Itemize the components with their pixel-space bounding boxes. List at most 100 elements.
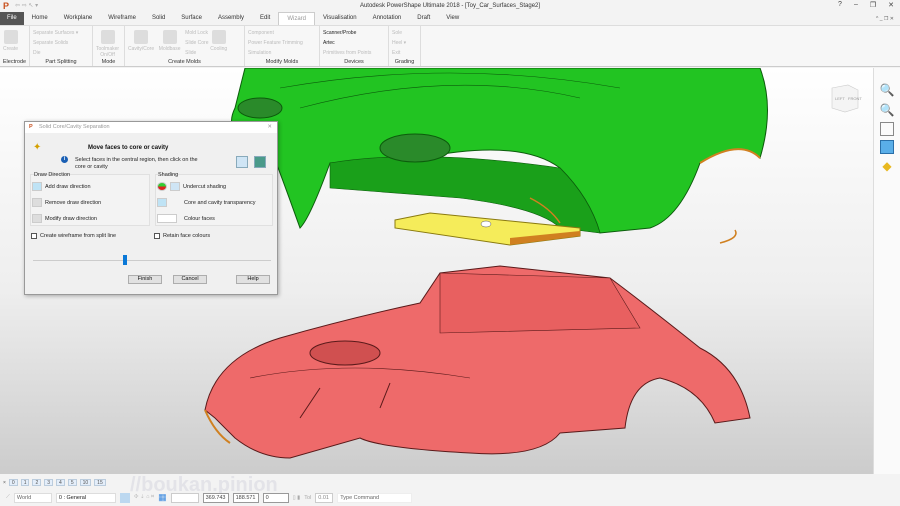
slide-button[interactable]: Slide	[185, 48, 208, 58]
create-wireframe-checkbox[interactable]: Create wireframe from split line	[31, 233, 116, 239]
shaded-view-icon[interactable]	[880, 140, 894, 154]
tab-annotation[interactable]: Annotation	[365, 12, 410, 25]
primitives-from-points-button[interactable]: Primitives from Points	[323, 48, 385, 58]
dialog-close-button[interactable]: ✕	[267, 122, 272, 133]
calculator-icon[interactable]: ▯ ▮	[293, 495, 301, 501]
view-cube-left: LEFT	[835, 96, 845, 101]
grid-icon[interactable]: ▦	[158, 492, 167, 503]
slider-thumb[interactable]	[123, 255, 127, 265]
wireframe-view-icon[interactable]	[880, 122, 894, 136]
mold-lock-button[interactable]: Mold Lock	[185, 28, 208, 38]
artec-button[interactable]: Artec	[323, 38, 385, 48]
cancel-button[interactable]: Cancel	[173, 275, 207, 284]
restore-button[interactable]: ❐	[870, 1, 876, 9]
separate-solids-button[interactable]: Separate Solids	[33, 38, 89, 48]
remove-draw-direction-button[interactable]: Remove draw direction	[32, 198, 101, 207]
exit-button[interactable]: Exit	[392, 48, 417, 58]
retain-face-colours-checkbox[interactable]: Retain face colours	[154, 233, 210, 239]
ribbon: Create Electrode Separate Surfaces ▾ Sep…	[0, 25, 900, 67]
colour-faces-dropdown[interactable]: Colour faces	[157, 214, 215, 223]
page-1[interactable]: 1	[20, 479, 30, 486]
zoom-window-icon[interactable]: 🔍	[878, 102, 896, 118]
tab-assembly[interactable]: Assembly	[210, 12, 252, 25]
tolerance-field[interactable]: 0.01	[315, 492, 334, 503]
component-button[interactable]: Component	[248, 28, 316, 38]
cooling-button[interactable]: Cooling	[210, 28, 227, 52]
view-cube[interactable]: LEFT FRONT	[831, 84, 862, 113]
page-5[interactable]: 5	[67, 479, 77, 486]
die-button[interactable]: Die	[33, 48, 89, 58]
create-electrode-button[interactable]: Create	[3, 28, 18, 52]
zoom-fit-icon[interactable]: 🔍	[878, 82, 896, 98]
page-0[interactable]: 0	[8, 479, 18, 486]
minimize-button[interactable]: –	[854, 1, 858, 9]
level-select[interactable]: 0 : General	[55, 492, 116, 503]
power-feature-trimming-button[interactable]: Power Feature Trimming	[248, 38, 316, 48]
y-coordinate[interactable]: 188.571	[232, 492, 259, 503]
transparency-button[interactable]: Core and cavity transparency	[157, 198, 256, 207]
snap-icon[interactable]: ✣ ⇣ ⌂ ⌗	[134, 494, 154, 501]
tab-home[interactable]: Home	[24, 12, 56, 25]
add-draw-direction-button[interactable]: Add draw direction	[32, 182, 91, 191]
workplane-select[interactable]: World	[13, 492, 52, 503]
tab-wireframe[interactable]: Wireframe	[100, 12, 144, 25]
simulation-button[interactable]: Simulation	[248, 48, 316, 58]
page-4[interactable]: 4	[56, 479, 65, 486]
selection-filter-icon[interactable]	[119, 492, 130, 503]
heel-button[interactable]: Heel ▾	[392, 38, 417, 48]
modify-draw-direction-button[interactable]: Modify draw direction	[32, 214, 97, 223]
tab-solid[interactable]: Solid	[144, 12, 173, 25]
page-3[interactable]: 3	[44, 479, 54, 486]
finish-button[interactable]: Finish	[128, 275, 162, 284]
label: Remove draw direction	[45, 199, 102, 206]
moldbase-button[interactable]: Moldbase	[158, 28, 181, 52]
label: Toolmaker On/Off	[96, 46, 120, 58]
group-label: Devices	[344, 59, 364, 65]
x-coordinate[interactable]: 369.743	[202, 492, 229, 503]
wand-icon: ✦	[33, 142, 42, 153]
page-2[interactable]: 2	[32, 479, 42, 486]
separate-surfaces-button[interactable]: Separate Surfaces ▾	[33, 28, 89, 38]
page-15[interactable]: 15	[94, 479, 106, 486]
info-icon: i	[61, 156, 68, 163]
scanner-probe-button[interactable]: Scanner/Probe	[323, 28, 385, 38]
label: Create	[3, 46, 19, 52]
slider-track[interactable]	[33, 260, 271, 261]
tab-workplane[interactable]: Workplane	[56, 12, 101, 25]
help-button[interactable]: ?	[838, 1, 842, 9]
tab-edit[interactable]: Edit	[252, 12, 278, 25]
tab-surface[interactable]: Surface	[173, 12, 210, 25]
page-10[interactable]: 10	[79, 479, 92, 486]
document-window-controls[interactable]: ^ _ ❐ ✕	[876, 16, 894, 22]
view-direction-icon[interactable]	[254, 156, 266, 168]
checkbox[interactable]	[31, 233, 37, 239]
checkbox[interactable]	[154, 233, 160, 239]
label: Core and cavity transparency	[184, 199, 256, 206]
close-button[interactable]: ✕	[888, 1, 894, 9]
tab-wizard[interactable]: Wizard	[278, 12, 315, 25]
ribbon-tabs: File Home Workplane Wireframe Solid Surf…	[0, 12, 900, 25]
cavity-core-button[interactable]: Cavity/Core	[128, 28, 154, 52]
toolmaker-button[interactable]: Toolmaker On/Off	[96, 28, 119, 58]
pyramid-view-icon[interactable]: ◆	[878, 158, 896, 174]
group-label: Create Molds	[168, 59, 201, 65]
slide-core-button[interactable]: Slide Core	[185, 38, 208, 48]
close-pages-icon[interactable]: ×	[3, 480, 6, 486]
title-bar: P ⇦ ⇨ ↖ ▾ Autodesk PowerShape Ultimate 2…	[0, 0, 900, 12]
tab-view[interactable]: View	[438, 12, 467, 25]
z-coordinate[interactable]: 0	[262, 492, 289, 503]
help-button[interactable]: Help	[236, 275, 270, 284]
swap-icon[interactable]	[236, 156, 248, 168]
tab-visualisation[interactable]: Visualisation	[315, 12, 365, 25]
undercut-shading-button[interactable]: Undercut shading	[157, 182, 226, 191]
label: Moldbase	[158, 46, 181, 52]
label: Undercut shading	[183, 183, 227, 190]
tab-draft[interactable]: Draft	[409, 12, 438, 25]
tab-file[interactable]: File	[0, 12, 24, 25]
group-label: Modify Molds	[265, 59, 299, 65]
label: Retain face colours	[163, 233, 211, 239]
plus-icon	[32, 182, 42, 191]
command-input[interactable]: Type Command	[337, 492, 413, 503]
tolerance-label: Tol	[304, 494, 312, 501]
sole-button[interactable]: Sole	[392, 28, 417, 38]
